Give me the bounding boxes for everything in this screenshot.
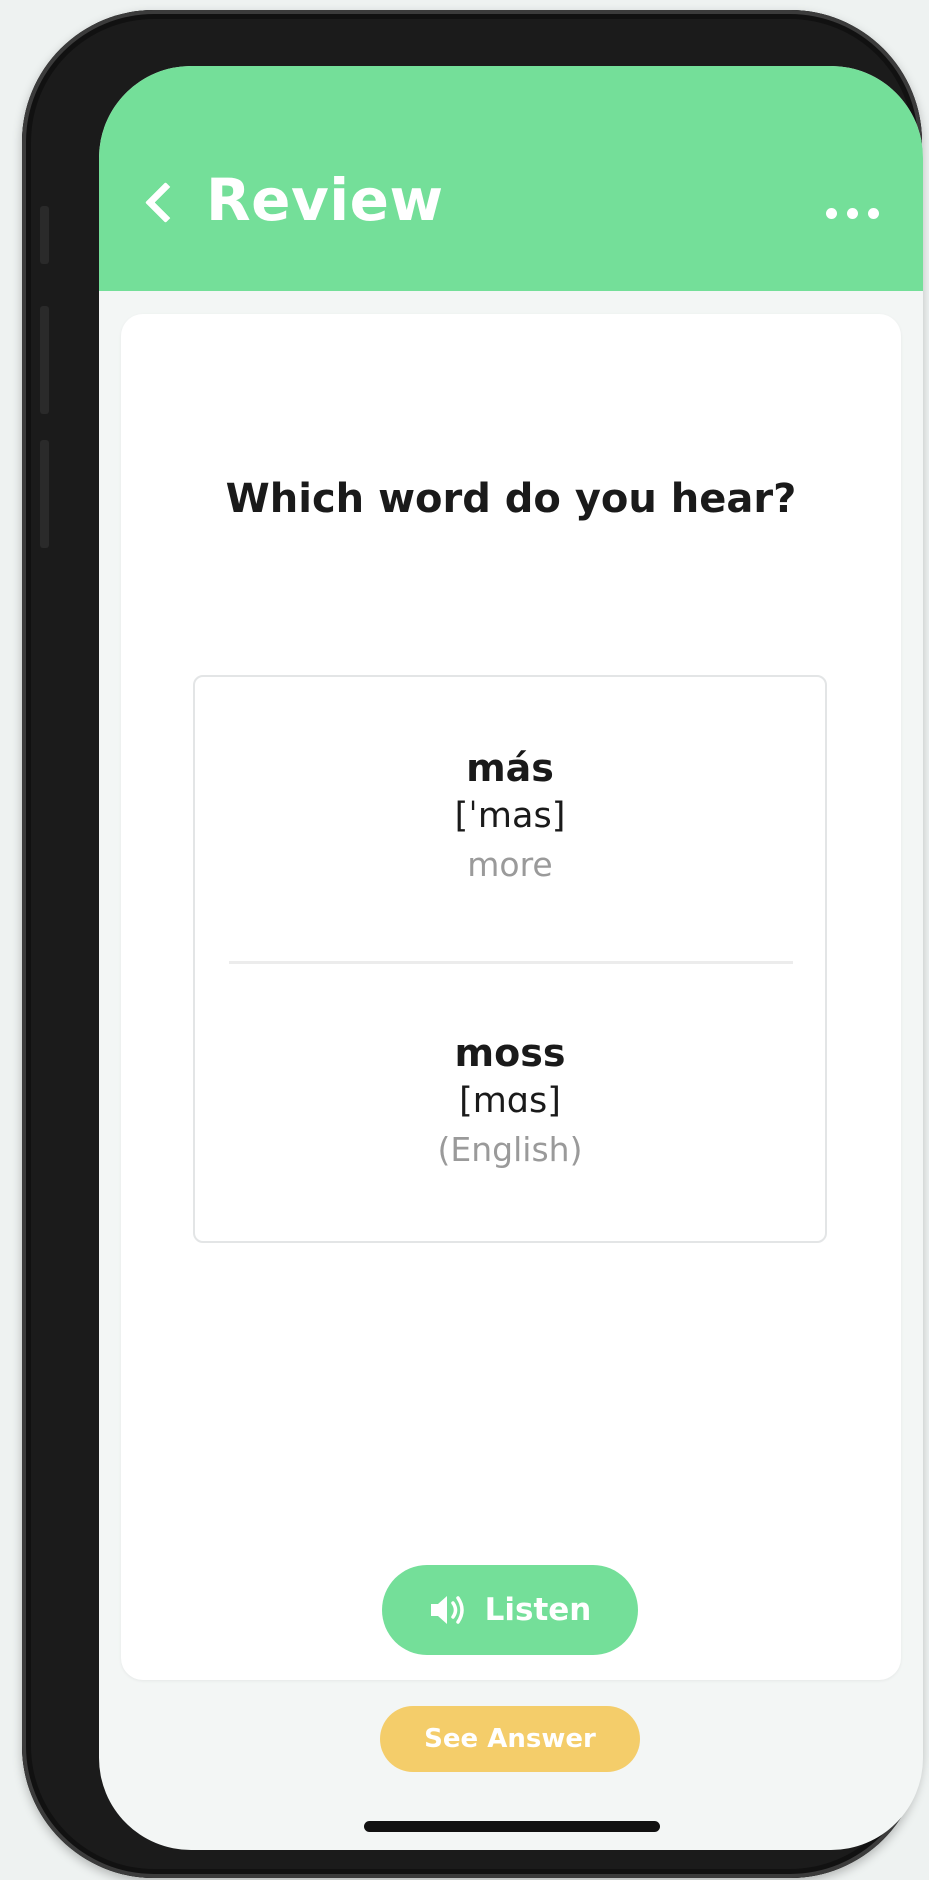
option-gloss: (English): [437, 1130, 583, 1169]
app-header: Review: [99, 66, 923, 291]
phone-frame: Review Which word do you hear? más [ˈmas…: [22, 10, 923, 1878]
option-ipa: [ˈmas]: [454, 796, 566, 836]
volume-down-button: [40, 440, 49, 548]
chevron-left-icon[interactable]: [144, 181, 187, 224]
mute-switch: [40, 206, 49, 264]
listen-label: Listen: [484, 1592, 592, 1628]
dot: [847, 208, 858, 219]
volume-up-button: [40, 306, 49, 414]
option-word: más: [466, 746, 554, 790]
page-title: Review: [206, 166, 444, 234]
see-answer-button[interactable]: See Answer: [380, 1706, 640, 1772]
option-ipa: [mɑs]: [459, 1081, 561, 1121]
listen-button[interactable]: Listen: [382, 1565, 638, 1655]
option-moss[interactable]: moss [mɑs] (English): [195, 1030, 825, 1174]
dot: [868, 208, 879, 219]
answer-options: más [ˈmas] more moss [mɑs] (English): [193, 675, 827, 1243]
option-gloss: more: [467, 845, 553, 884]
app-screen: Review Which word do you hear? más [ˈmas…: [99, 66, 923, 1850]
divider: [229, 961, 793, 964]
option-mas[interactable]: más [ˈmas] more: [195, 745, 825, 889]
question-prompt: Which word do you hear?: [225, 476, 797, 522]
more-dots-icon[interactable]: [826, 208, 879, 219]
speaker-icon: [430, 1596, 464, 1624]
home-indicator[interactable]: [364, 1821, 660, 1832]
dot: [826, 208, 837, 219]
see-answer-label: See Answer: [424, 1724, 596, 1754]
stage: Review Which word do you hear? más [ˈmas…: [0, 0, 929, 1880]
option-word: moss: [454, 1031, 566, 1075]
